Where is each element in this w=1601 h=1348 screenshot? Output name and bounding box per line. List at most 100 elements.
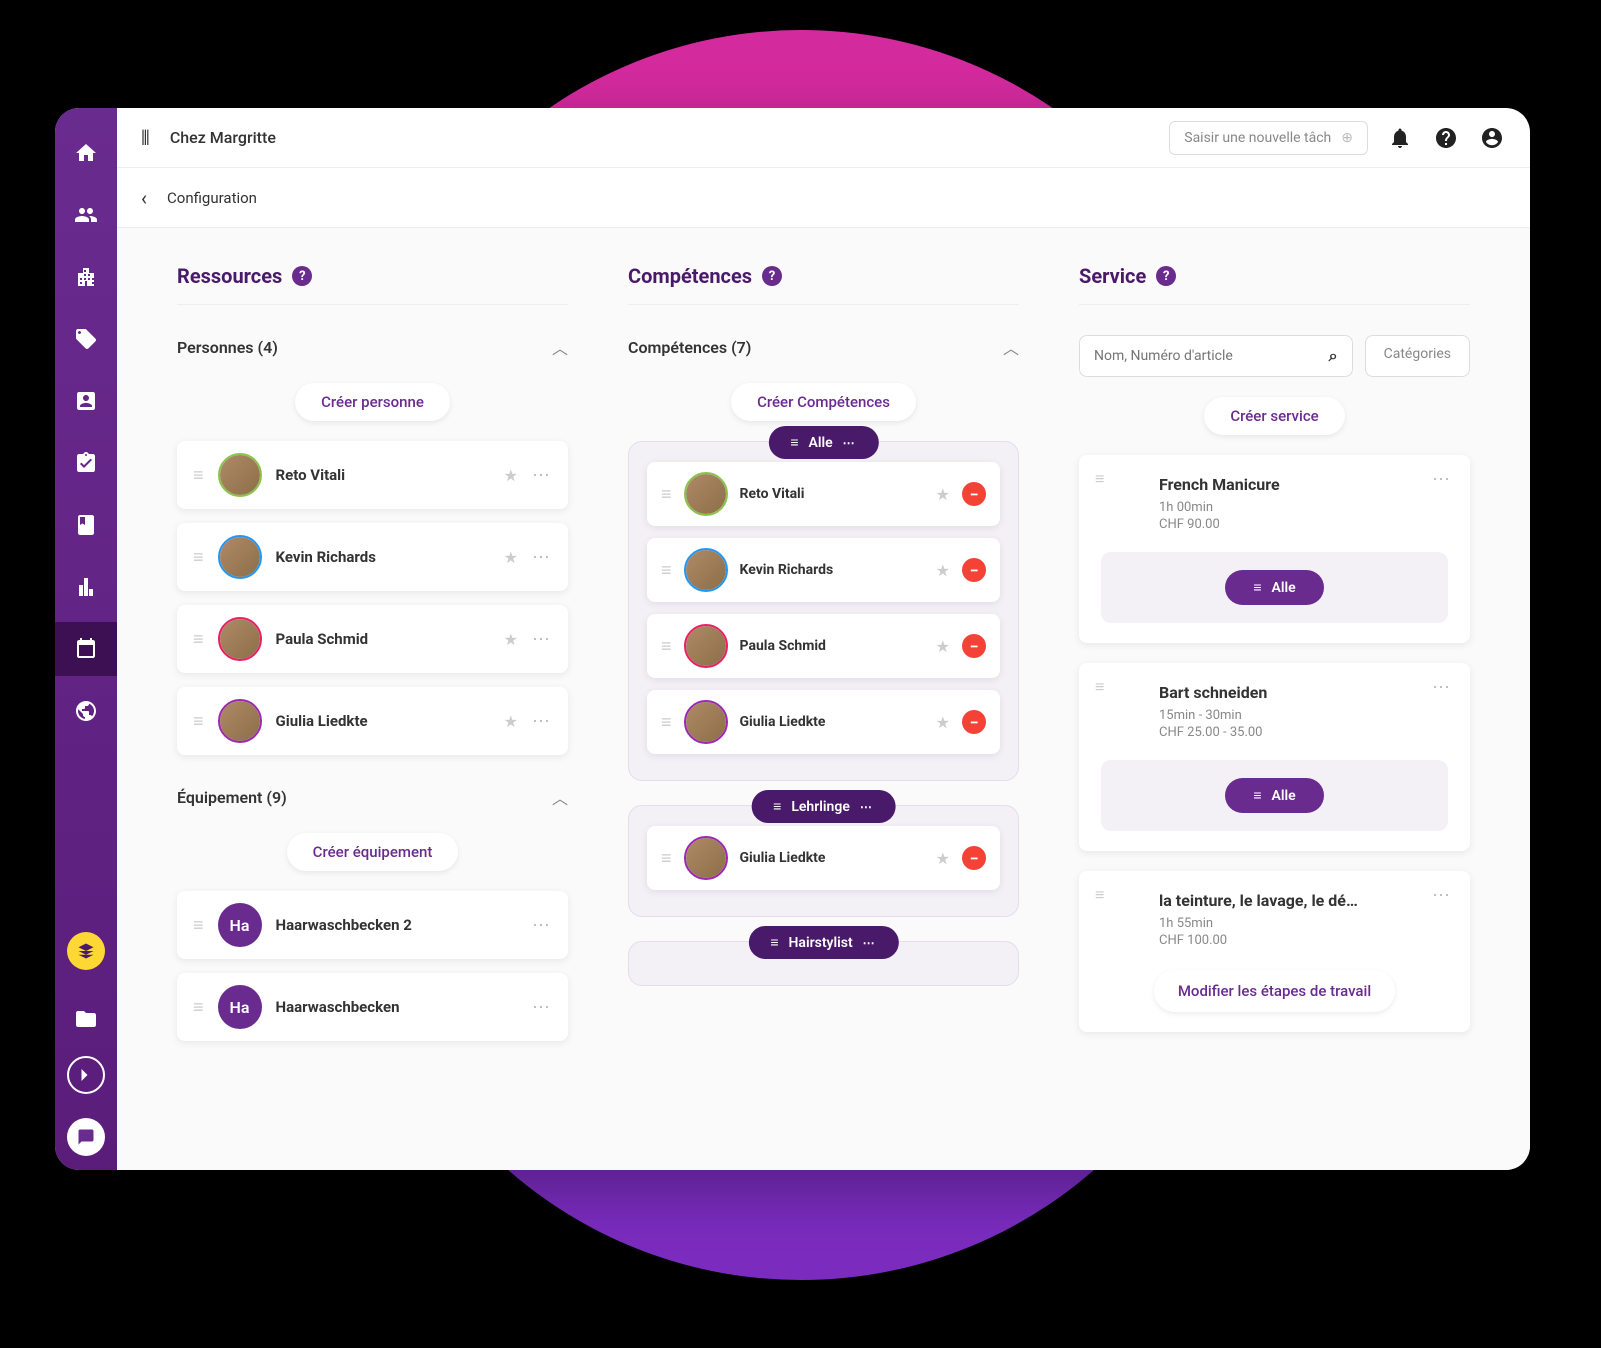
drag-handle-icon[interactable]: ≡ [1253, 787, 1261, 804]
star-icon[interactable]: ★ [504, 466, 518, 485]
new-task-input[interactable]: Saisir une nouvelle tâch ⊕ [1169, 121, 1368, 155]
nav-folder[interactable] [55, 992, 117, 1046]
skill-member-card[interactable]: ≡ Reto Vitali ★ − [647, 462, 1000, 526]
nav-home[interactable] [55, 126, 117, 180]
more-icon[interactable]: ⋯ [1432, 469, 1452, 490]
more-icon[interactable]: ⋯ [532, 997, 552, 1018]
more-icon[interactable]: ⋯ [532, 711, 552, 732]
remove-button[interactable]: − [962, 558, 986, 582]
nav-tasks[interactable] [55, 436, 117, 490]
skills-section-toggle[interactable]: Compétences (7) ︿ [628, 335, 1019, 359]
nav-badge-yellow[interactable] [55, 930, 117, 984]
equipment-card[interactable]: ≡ Ha Haarwaschbecken 2 ⋯ [177, 891, 568, 959]
skill-member-card[interactable]: ≡ Kevin Richards ★ − [647, 538, 1000, 602]
person-card[interactable]: ≡ Paula Schmid ★ ⋯ [177, 605, 568, 673]
remove-button[interactable]: − [962, 482, 986, 506]
star-icon[interactable]: ★ [504, 630, 518, 649]
more-icon[interactable]: ⋯ [1432, 885, 1452, 906]
drag-handle-icon[interactable]: ≡ [193, 547, 204, 568]
service-card[interactable]: ≡ ⋯ la teinture, le lavage, le dé… 1h 55… [1079, 871, 1470, 1032]
persons-section-toggle[interactable]: Personnes (4) ︿ [177, 335, 568, 359]
nav-book[interactable] [55, 498, 117, 552]
menu-toggle-icon[interactable]: ⦀ [141, 126, 150, 150]
nav-users[interactable] [55, 188, 117, 242]
help-badge-icon[interactable]: ? [1156, 266, 1176, 286]
drag-handle-icon[interactable]: ≡ [661, 636, 672, 657]
nav-globe[interactable] [55, 684, 117, 738]
service-tag[interactable]: ≡ Alle [1225, 570, 1323, 605]
drag-handle-icon[interactable]: ≡ [193, 915, 204, 936]
more-icon[interactable]: ⋯ [863, 936, 877, 950]
skill-member-card[interactable]: ≡ Giulia Liedkte ★ − [647, 690, 1000, 754]
more-icon[interactable]: ⋯ [532, 547, 552, 568]
drag-handle-icon[interactable]: ≡ [193, 465, 204, 486]
skill-member-card[interactable]: ≡ Giulia Liedkte ★ − [647, 826, 1000, 890]
drag-handle-icon[interactable]: ≡ [193, 711, 204, 732]
nav-tag[interactable] [55, 312, 117, 366]
person-name: Kevin Richards [276, 548, 490, 566]
more-icon[interactable]: ⋯ [532, 915, 552, 936]
star-icon[interactable]: ★ [936, 485, 950, 504]
drag-handle-icon[interactable]: ≡ [661, 712, 672, 733]
drag-handle-icon[interactable]: ≡ [1095, 469, 1104, 489]
nav-stats[interactable] [55, 560, 117, 614]
nav-building[interactable] [55, 250, 117, 304]
create-equipment-button[interactable]: Créer équipement [287, 833, 459, 871]
service-price: CHF 25.00 - 35.00 [1159, 725, 1448, 740]
nav-chat[interactable] [55, 1116, 117, 1170]
drag-handle-icon[interactable]: ≡ [661, 560, 672, 581]
skill-group-tag[interactable]: ≡ Lehrlinge ⋯ [751, 790, 896, 823]
categories-button[interactable]: Catégories [1365, 335, 1470, 377]
back-button[interactable]: ‹ [141, 186, 147, 210]
more-icon[interactable]: ⋯ [1432, 677, 1452, 698]
person-card[interactable]: ≡ Reto Vitali ★ ⋯ [177, 441, 568, 509]
star-icon[interactable]: ★ [936, 637, 950, 656]
equipment-card[interactable]: ≡ Ha Haarwaschbecken ⋯ [177, 973, 568, 1041]
star-icon[interactable]: ★ [504, 548, 518, 567]
drag-handle-icon[interactable]: ≡ [773, 798, 781, 815]
create-service-button[interactable]: Créer service [1204, 397, 1344, 435]
help-badge-icon[interactable]: ? [292, 266, 312, 286]
drag-handle-icon[interactable]: ≡ [661, 848, 672, 869]
equipment-section-toggle[interactable]: Équipement (9) ︿ [177, 785, 568, 809]
nav-calendar[interactable] [55, 622, 117, 676]
drag-handle-icon[interactable]: ≡ [1095, 677, 1104, 697]
drag-handle-icon[interactable]: ≡ [1095, 885, 1104, 905]
help-badge-icon[interactable]: ? [762, 266, 782, 286]
create-skill-button[interactable]: Créer Compétences [731, 383, 916, 421]
nav-contacts[interactable] [55, 374, 117, 428]
drag-handle-icon[interactable]: ≡ [661, 484, 672, 505]
service-card[interactable]: ≡ ⋯ French Manicure 1h 00min CHF 90.00 ≡… [1079, 455, 1470, 643]
drag-handle-icon[interactable]: ≡ [770, 934, 778, 951]
notifications-icon[interactable] [1386, 124, 1414, 152]
star-icon[interactable]: ★ [504, 712, 518, 731]
remove-button[interactable]: − [962, 634, 986, 658]
star-icon[interactable]: ★ [936, 561, 950, 580]
service-card[interactable]: ≡ ⋯ Bart schneiden 15min - 30min CHF 25.… [1079, 663, 1470, 851]
nav-logo[interactable] [55, 1054, 117, 1108]
more-icon[interactable]: ⋯ [843, 436, 857, 450]
help-icon[interactable] [1432, 124, 1460, 152]
person-card[interactable]: ≡ Giulia Liedkte ★ ⋯ [177, 687, 568, 755]
drag-handle-icon[interactable]: ≡ [790, 434, 798, 451]
skill-member-card[interactable]: ≡ Paula Schmid ★ − [647, 614, 1000, 678]
service-search[interactable]: ⌕ [1079, 335, 1353, 377]
profile-icon[interactable] [1478, 124, 1506, 152]
create-person-button[interactable]: Créer personne [295, 383, 450, 421]
service-tag[interactable]: ≡ Alle [1225, 778, 1323, 813]
remove-button[interactable]: − [962, 846, 986, 870]
more-icon[interactable]: ⋯ [532, 629, 552, 650]
star-icon[interactable]: ★ [936, 849, 950, 868]
remove-button[interactable]: − [962, 710, 986, 734]
service-search-input[interactable] [1094, 348, 1319, 364]
skill-group-tag[interactable]: ≡ Hairstylist ⋯ [748, 926, 898, 959]
star-icon[interactable]: ★ [936, 713, 950, 732]
person-card[interactable]: ≡ Kevin Richards ★ ⋯ [177, 523, 568, 591]
skill-group-tag[interactable]: ≡ Alle ⋯ [768, 426, 878, 459]
modify-steps-button[interactable]: Modifier les étapes de travail [1154, 970, 1395, 1012]
drag-handle-icon[interactable]: ≡ [1253, 579, 1261, 596]
more-icon[interactable]: ⋯ [860, 800, 874, 814]
more-icon[interactable]: ⋯ [532, 465, 552, 486]
drag-handle-icon[interactable]: ≡ [193, 629, 204, 650]
drag-handle-icon[interactable]: ≡ [193, 997, 204, 1018]
